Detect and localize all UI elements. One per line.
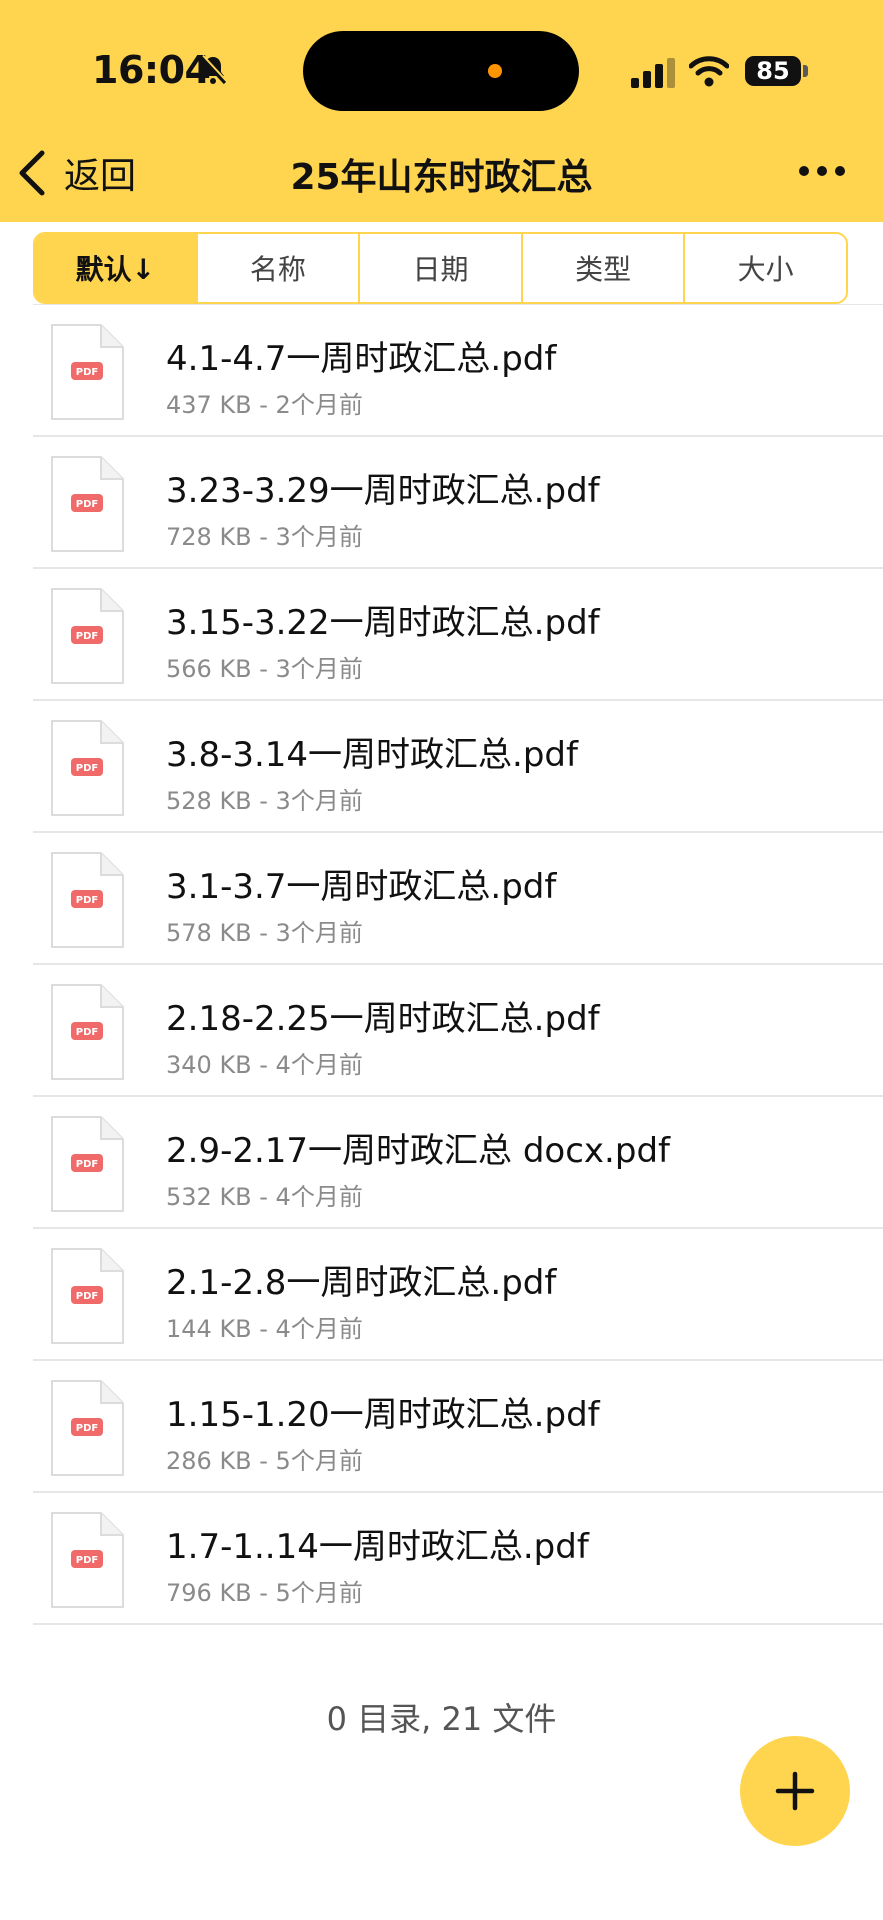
file-row[interactable]: PDF 1.7-1..14一周时政汇总.pdf 796 KB - 5个月前 — [33, 1493, 883, 1625]
file-row[interactable]: PDF 2.18-2.25一周时政汇总.pdf 340 KB - 4个月前 — [33, 965, 883, 1097]
file-meta: 286 KB - 5个月前 — [166, 1447, 363, 1475]
file-meta: 528 KB - 3个月前 — [166, 787, 363, 815]
sort-tab-0[interactable]: 默认↓ — [35, 234, 196, 302]
file-name: 1.7-1..14一周时政汇总.pdf — [166, 1527, 589, 1567]
file-name: 3.8-3.14一周时政汇总.pdf — [166, 735, 578, 775]
pdf-file-icon: PDF — [51, 1512, 124, 1608]
bell-slash-icon — [199, 54, 228, 85]
pdf-file-icon: PDF — [51, 984, 124, 1080]
pdf-file-icon: PDF — [51, 456, 124, 552]
back-button[interactable]: 返回 — [16, 145, 136, 201]
file-name: 3.1-3.7一周时政汇总.pdf — [166, 867, 557, 907]
file-meta: 144 KB - 4个月前 — [166, 1315, 363, 1343]
pdf-file-icon: PDF — [51, 1380, 124, 1476]
sort-tab-1[interactable]: 名称 — [195, 234, 359, 302]
battery-indicator: 85 — [745, 56, 801, 86]
file-meta: 437 KB - 2个月前 — [166, 391, 363, 419]
file-name: 2.1-2.8一周时政汇总.pdf — [166, 1263, 557, 1303]
file-name: 3.23-3.29一周时政汇总.pdf — [166, 471, 600, 511]
pdf-badge-label: PDF — [76, 1159, 98, 1170]
battery-cap — [803, 65, 808, 77]
file-meta: 728 KB - 3个月前 — [166, 523, 363, 551]
file-list[interactable]: PDF637 KB - 2个月前PDF4.1-4.7一周时政汇总.pdf437 … — [0, 304, 883, 1688]
pdf-badge-label: PDF — [76, 631, 98, 642]
sort-segmented-control: 默认↓ 名称 日期 类型 大小 — [33, 232, 848, 304]
file-name: 2.18-2.25一周时政汇总.pdf — [166, 999, 600, 1039]
more-options-icon[interactable] — [797, 163, 847, 179]
file-name: 1.15-1.20一周时政汇总.pdf — [166, 1395, 600, 1435]
header-bar: 16:04 85 返回 25年山东时政汇总 — [0, 0, 883, 222]
pdf-badge-label: PDF — [76, 499, 98, 510]
pdf-badge-label: PDF — [76, 1423, 98, 1434]
file-name: 2.9-2.17一周时政汇总 docx.pdf — [166, 1131, 670, 1171]
plus-icon — [775, 1771, 815, 1811]
file-row[interactable]: PDF 2.1-2.8一周时政汇总.pdf 144 KB - 4个月前 — [33, 1229, 883, 1361]
page-title: 25年山东时政汇总 — [290, 157, 593, 198]
pdf-badge-label: PDF — [76, 367, 98, 378]
camera-indicator-dot — [488, 64, 502, 78]
pdf-file-icon: PDF — [51, 720, 124, 816]
add-button[interactable] — [740, 1736, 850, 1846]
file-row[interactable]: PDF 3.15-3.22一周时政汇总.pdf 566 KB - 3个月前 — [33, 569, 883, 701]
chevron-left-icon — [19, 150, 45, 196]
file-row[interactable]: PDF 2.9-2.17一周时政汇总 docx.pdf 532 KB - 4个月前 — [33, 1097, 883, 1229]
file-meta: 532 KB - 4个月前 — [166, 1183, 363, 1211]
back-label: 返回 — [64, 156, 137, 197]
sort-tab-2[interactable]: 日期 — [358, 234, 521, 302]
file-row[interactable]: PDF 4.1-4.7一周时政汇总.pdf 437 KB - 2个月前 — [33, 305, 883, 437]
pdf-badge-label: PDF — [76, 895, 98, 906]
pdf-file-icon: PDF — [51, 1248, 124, 1344]
sort-tab-4[interactable]: 大小 — [683, 234, 846, 302]
pdf-file-icon: PDF — [51, 324, 124, 420]
sort-tab-3[interactable]: 类型 — [520, 234, 684, 302]
file-meta: 796 KB - 5个月前 — [166, 1579, 363, 1607]
pdf-file-icon: PDF — [51, 852, 124, 948]
file-row[interactable]: PDF 3.8-3.14一周时政汇总.pdf 528 KB - 3个月前 — [33, 701, 883, 833]
file-name: 3.15-3.22一周时政汇总.pdf — [166, 603, 600, 643]
file-row[interactable]: PDF 3.23-3.29一周时政汇总.pdf 728 KB - 3个月前 — [33, 437, 883, 569]
file-meta: 578 KB - 3个月前 — [166, 919, 363, 947]
wifi-icon — [689, 56, 729, 87]
pdf-file-icon: PDF — [51, 1116, 124, 1212]
pdf-file-icon: PDF — [51, 588, 124, 684]
file-name: 4.1-4.7一周时政汇总.pdf — [166, 339, 557, 379]
file-meta: 566 KB - 3个月前 — [166, 655, 363, 683]
file-count-summary: 0 目录, 21 文件 — [326, 1700, 557, 1738]
pdf-badge-label: PDF — [76, 763, 98, 774]
pdf-badge-label: PDF — [76, 1291, 98, 1302]
file-list-content: PDF637 KB - 2个月前PDF4.1-4.7一周时政汇总.pdf437 … — [0, 304, 883, 1625]
file-meta: 340 KB - 4个月前 — [166, 1051, 363, 1079]
status-time: 16:04 — [92, 48, 211, 92]
cellular-signal-icon — [631, 58, 675, 88]
file-row[interactable]: PDF 3.1-3.7一周时政汇总.pdf 578 KB - 3个月前 — [33, 833, 883, 965]
dynamic-island — [303, 31, 579, 111]
file-row[interactable]: PDF 1.15-1.20一周时政汇总.pdf 286 KB - 5个月前 — [33, 1361, 883, 1493]
pdf-badge-label: PDF — [76, 1555, 98, 1566]
pdf-badge-label: PDF — [76, 1027, 98, 1038]
